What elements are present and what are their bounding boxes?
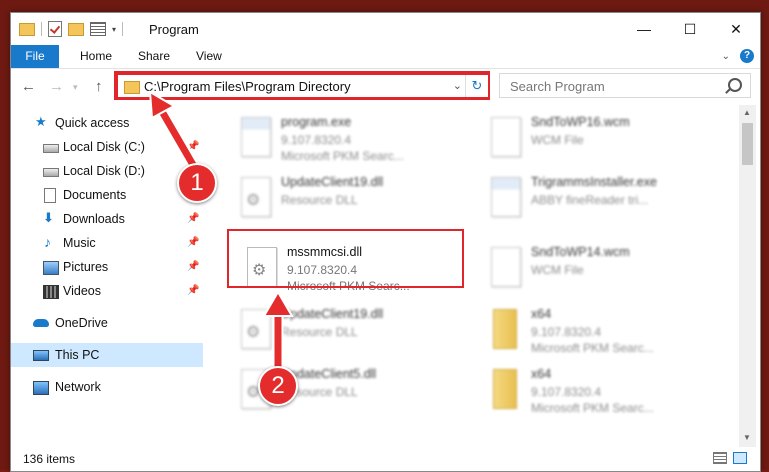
annotation-arrows	[148, 90, 294, 376]
arrow-1-shaft	[156, 104, 200, 174]
step-1-callout: 1	[177, 163, 217, 203]
step-2-callout: 2	[258, 366, 298, 406]
arrow-2-head	[262, 290, 294, 317]
